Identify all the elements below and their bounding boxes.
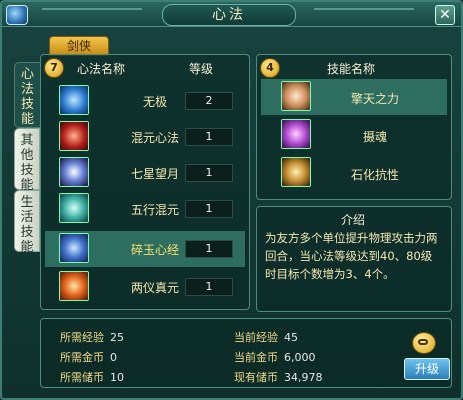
close-icon[interactable]: ✕ [435,5,455,25]
required-reserve: 所需储币 10 [60,369,124,385]
current-exp-label: 当前经验 [234,331,278,344]
required-exp: 所需经验 25 [60,329,124,345]
required-gold: 所需金币 0 [60,349,117,365]
qingtian-icon [281,81,311,111]
tab-life-skills[interactable]: 生活技能 [14,190,40,255]
required-reserve-value: 10 [110,371,124,384]
upgrade-button[interactable]: 升级 [404,358,450,380]
wuxing-icon [59,193,89,223]
title-bar: 心法 ✕ [2,2,461,27]
current-gold-label: 当前金币 [234,351,278,364]
skill-name: 擎天之力 [350,92,399,106]
skill-window: 心法 ✕ 剑侠 心法技能 其他技能 生活技能 7 心法名称 等级 无极 2 混元… [0,0,463,400]
tab-jianxia[interactable]: 剑侠 [49,36,109,56]
skills-header: 技能名称 [327,62,376,76]
app-logo-icon [6,5,28,25]
skills-panel: 4 技能名称 擎天之力 摄魂 石化抗性 [256,54,452,200]
required-exp-label: 所需经验 [60,331,104,344]
intro-text: 为友方多个单位提升物理攻击力两回合，当心法等级达到40、80级时目标个数增为3、… [265,231,438,281]
current-reserve: 现有储币 34,978 [234,369,323,385]
xinfa-row[interactable]: 七星望月 1 [45,155,245,191]
required-reserve-label: 所需储币 [60,371,104,384]
current-exp-value: 45 [284,331,298,344]
current-gold: 当前金币 6,000 [234,349,316,365]
xinfa-level: 1 [185,278,233,296]
col-header-name: 心法名称 [77,62,126,76]
skill-name: 摄魂 [362,130,387,144]
xinfa-level: 1 [185,240,233,258]
col-header-level: 等级 [189,62,214,76]
coin-icon [412,332,436,354]
xinfa-level: 2 [185,92,233,110]
xinfa-level: 1 [185,200,233,218]
tab-other-skills[interactable]: 其他技能 [14,128,40,193]
xinfa-row[interactable]: 混元心法 1 [45,119,245,155]
skill-row[interactable]: 石化抗性 [261,155,447,191]
current-reserve-value: 34,978 [284,371,323,384]
tab-label: 生活技能 [20,195,34,255]
shehun-icon [281,119,311,149]
tab-label: 其他技能 [20,133,34,193]
window-title: 心法 [162,4,296,26]
required-gold-value: 0 [110,351,117,364]
suiyu-icon [59,233,89,263]
tab-xinfa-skills[interactable]: 心法技能 [14,62,40,128]
qixing-icon [59,157,89,187]
xinfa-list-panel: 7 心法名称 等级 无极 2 混元心法 1 七星望月 1 五行混元 1 碎玉心经… [40,54,250,310]
xinfa-row[interactable]: 两仪真元 1 [45,269,245,305]
tab-label: 心法技能 [20,67,34,127]
hunyuan-icon [59,121,89,151]
liangyi-icon [59,271,89,301]
current-reserve-label: 现有储币 [234,371,278,384]
wuji-icon [59,85,89,115]
required-gold-label: 所需金币 [60,351,104,364]
skill-row-selected[interactable]: 擎天之力 [261,79,447,115]
xinfa-row-selected[interactable]: 碎玉心经 1 [45,231,245,267]
current-exp: 当前经验 45 [234,329,298,345]
current-gold-value: 6,000 [284,351,316,364]
xinfa-level: 1 [185,128,233,146]
shihua-icon [281,157,311,187]
title-decoration-right [314,8,414,16]
skill-count-badge: 4 [260,58,280,78]
xinfa-level: 1 [185,164,233,182]
intro-title: 介绍 [341,213,366,227]
skill-name: 石化抗性 [350,168,399,182]
xinfa-row[interactable]: 无极 2 [45,83,245,119]
intro-panel: 介绍 为友方多个单位提升物理攻击力两回合，当心法等级达到40、80级时目标个数增… [256,206,452,312]
required-exp-value: 25 [110,331,124,344]
skill-row[interactable]: 摄魂 [261,117,447,153]
xinfa-count-badge: 7 [44,58,64,78]
title-decoration-left [42,8,142,16]
xinfa-row[interactable]: 五行混元 1 [45,191,245,227]
